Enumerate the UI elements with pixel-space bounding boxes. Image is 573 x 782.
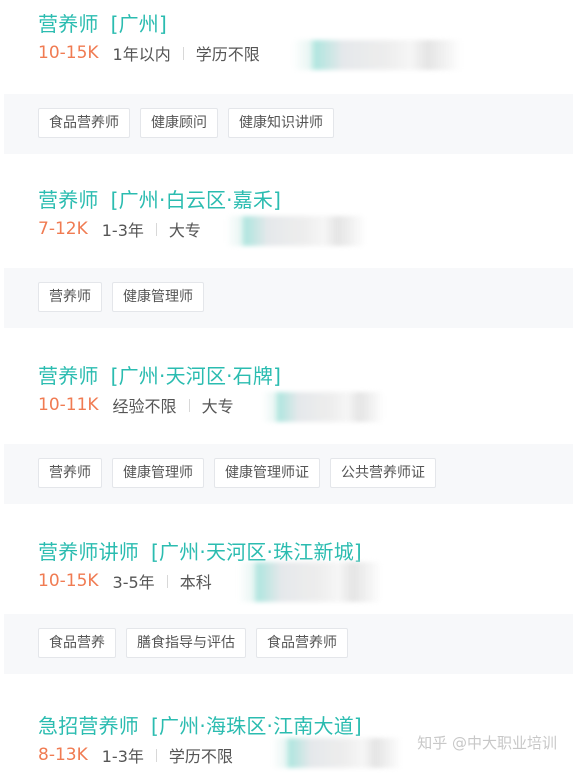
job-title[interactable]: 营养师 (38, 188, 99, 212)
divider (155, 222, 157, 236)
job-title[interactable]: 营养师 (38, 12, 99, 36)
job-meta: 10-11K 经验不限 大专 (38, 393, 234, 417)
tag-band: 食品营养 膳食指导与评估 食品营养师 (4, 614, 573, 674)
skill-tag: 健康管理师证 (214, 458, 320, 488)
job-title-line[interactable]: 营养师 [广州] (38, 8, 167, 37)
job-experience: 1-3年 (101, 747, 144, 766)
skill-tag: 健康管理师 (112, 458, 204, 488)
skill-tag: 食品营养 (38, 628, 116, 658)
blurred-company-name (226, 216, 366, 246)
job-education: 本科 (179, 573, 212, 592)
job-education: 学历不限 (195, 45, 260, 64)
job-title[interactable]: 急招营养师 (38, 714, 139, 738)
job-experience: 经验不限 (112, 397, 177, 416)
skill-tag: 健康管理师 (112, 282, 204, 312)
job-experience: 1-3年 (101, 221, 144, 240)
divider (166, 574, 168, 588)
tag-list: 营养师 健康管理师 健康管理师证 公共营养师证 (38, 458, 436, 488)
job-experience: 1年以内 (112, 45, 171, 64)
job-salary: 10-15K (38, 43, 99, 63)
skill-tag: 公共营养师证 (330, 458, 436, 488)
watermark: 知乎 @中大职业培训 (417, 732, 557, 753)
divider (155, 748, 157, 762)
job-meta: 8-13K 1-3年 学历不限 (38, 743, 233, 767)
job-title[interactable]: 营养师讲师 (38, 540, 139, 564)
tag-list: 食品营养师 健康顾问 健康知识讲师 (38, 108, 334, 138)
job-location: [广州·天河区·石牌] (110, 364, 282, 388)
job-location: [广州·海珠区·江南大道] (151, 714, 362, 738)
skill-tag: 膳食指导与评估 (126, 628, 246, 658)
job-meta: 10-15K 1年以内 学历不限 (38, 41, 260, 65)
job-meta: 10-15K 3-5年 本科 (38, 569, 212, 593)
blurred-company-name (238, 562, 382, 602)
job-card[interactable]: 营养师 [广州·白云区·嘉禾] 7-12K 1-3年 大专 营养师 健康管理师 (0, 176, 573, 332)
tag-band: 营养师 健康管理师 健康管理师证 公共营养师证 (4, 444, 573, 504)
blurred-company-name (272, 738, 402, 768)
watermark-text: 知乎 @中大职业培训 (417, 734, 557, 752)
blurred-company-name (262, 392, 384, 422)
job-salary: 10-15K (38, 571, 99, 591)
job-location: [广州·白云区·嘉禾] (110, 188, 282, 212)
job-title-line[interactable]: 急招营养师 [广州·海珠区·江南大道] (38, 710, 362, 739)
job-location: [广州] (110, 12, 168, 36)
job-card[interactable]: 营养师 [广州·天河区·石牌] 10-11K 经验不限 大专 营养师 健康管理师 … (0, 352, 573, 508)
job-title-line[interactable]: 营养师 [广州·天河区·石牌] (38, 360, 281, 389)
job-salary: 7-12K (38, 219, 88, 239)
job-meta: 7-12K 1-3年 大专 (38, 217, 201, 241)
job-experience: 3-5年 (112, 573, 155, 592)
job-title[interactable]: 营养师 (38, 364, 99, 388)
job-title-line[interactable]: 营养师讲师 [广州·天河区·珠江新城] (38, 536, 362, 565)
job-card[interactable]: 营养师讲师 [广州·天河区·珠江新城] 10-15K 3-5年 本科 食品营养 膳… (0, 528, 573, 684)
skill-tag: 营养师 (38, 458, 102, 488)
tag-band: 食品营养师 健康顾问 健康知识讲师 (4, 94, 573, 154)
tag-list: 食品营养 膳食指导与评估 食品营养师 (38, 628, 348, 658)
job-card[interactable]: 营养师 [广州] 10-15K 1年以内 学历不限 食品营养师 健康顾问 健康知识… (0, 0, 573, 156)
skill-tag: 营养师 (38, 282, 102, 312)
blurred-company-name (292, 40, 462, 70)
skill-tag: 食品营养师 (256, 628, 348, 658)
skill-tag: 健康顾问 (140, 108, 218, 138)
job-education: 大专 (168, 221, 201, 240)
divider (188, 398, 190, 412)
skill-tag: 食品营养师 (38, 108, 130, 138)
job-location: [广州·天河区·珠江新城] (151, 540, 362, 564)
job-salary: 10-11K (38, 395, 99, 415)
job-title-line[interactable]: 营养师 [广州·白云区·嘉禾] (38, 184, 281, 213)
tag-band: 营养师 健康管理师 (4, 268, 573, 328)
tag-list: 营养师 健康管理师 (38, 282, 204, 312)
job-education: 大专 (201, 397, 234, 416)
divider (182, 46, 184, 60)
skill-tag: 健康知识讲师 (228, 108, 334, 138)
job-education: 学历不限 (168, 747, 233, 766)
job-salary: 8-13K (38, 745, 88, 765)
